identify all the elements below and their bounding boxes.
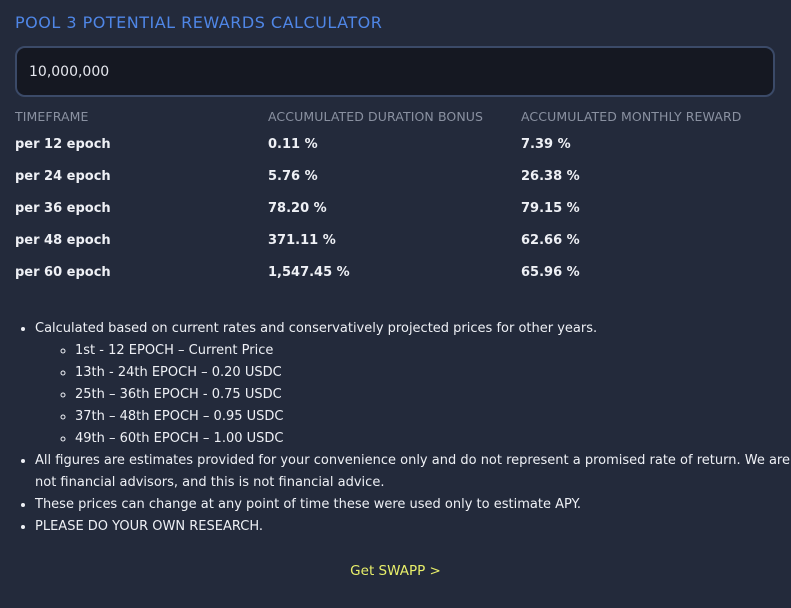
list-item: All figures are estimates provided for y… [35, 450, 791, 494]
column-header-duration-bonus: ACCUMULATED DURATION BONUS [268, 109, 484, 124]
monthly-reward-cell: 7.39 % [521, 137, 571, 152]
list-item: 37th – 48th EPOCH – 0.95 USDC [75, 406, 791, 428]
list-item: 13th - 24th EPOCH – 0.20 USDC [75, 362, 791, 384]
amount-field[interactable] [15, 46, 775, 97]
note-intro: Calculated based on current rates and co… [35, 321, 598, 336]
timeframe-cell: per 24 epoch [15, 169, 111, 184]
notes-list: Calculated based on current rates and co… [15, 318, 791, 538]
list-item: PLEASE DO YOUR OWN RESEARCH. [35, 516, 791, 538]
table-header-row: TIMEFRAME ACCUMULATED DURATION BONUS ACC… [15, 108, 775, 130]
column-header-monthly-reward: ACCUMULATED MONTHLY REWARD [521, 109, 742, 124]
amount-input[interactable] [29, 48, 729, 95]
column-header-timeframe: TIMEFRAME [15, 109, 89, 124]
note-disclaimer: All figures are estimates provided for y… [35, 453, 790, 490]
monthly-reward-cell: 26.38 % [521, 169, 580, 184]
table-row: per 24 epoch 5.76 % 26.38 % [15, 166, 775, 198]
table-row: per 12 epoch 0.11 % 7.39 % [15, 134, 775, 166]
rewards-table: TIMEFRAME ACCUMULATED DURATION BONUS ACC… [15, 108, 775, 294]
timeframe-cell: per 60 epoch [15, 265, 111, 280]
duration-bonus-cell: 1,547.45 % [268, 265, 350, 280]
timeframe-cell: per 36 epoch [15, 201, 111, 216]
list-item: These prices can change at any point of … [35, 494, 791, 516]
list-item: 49th – 60th EPOCH – 1.00 USDC [75, 428, 791, 450]
note-research: PLEASE DO YOUR OWN RESEARCH. [35, 519, 263, 534]
timeframe-cell: per 48 epoch [15, 233, 111, 248]
list-item: 1st - 12 EPOCH – Current Price [75, 340, 791, 362]
monthly-reward-cell: 62.66 % [521, 233, 580, 248]
list-item: 25th – 36th EPOCH - 0.75 USDC [75, 384, 791, 406]
calculator-title: POOL 3 POTENTIAL REWARDS CALCULATOR [15, 13, 383, 32]
list-item: Calculated based on current rates and co… [35, 318, 791, 450]
duration-bonus-cell: 0.11 % [268, 137, 318, 152]
timeframe-cell: per 12 epoch [15, 137, 111, 152]
table-row: per 60 epoch 1,547.45 % 65.96 % [15, 262, 775, 294]
duration-bonus-cell: 371.11 % [268, 233, 336, 248]
price-schedule-list: 1st - 12 EPOCH – Current Price 13th - 24… [35, 340, 791, 450]
duration-bonus-cell: 5.76 % [268, 169, 318, 184]
note-price-change: These prices can change at any point of … [35, 497, 581, 512]
table-row: per 48 epoch 371.11 % 62.66 % [15, 230, 775, 262]
duration-bonus-cell: 78.20 % [268, 201, 327, 216]
monthly-reward-cell: 79.15 % [521, 201, 580, 216]
get-swapp-link[interactable]: Get SWAPP > [0, 563, 791, 579]
rewards-calculator-panel: POOL 3 POTENTIAL REWARDS CALCULATOR TIME… [0, 0, 791, 608]
table-row: per 36 epoch 78.20 % 79.15 % [15, 198, 775, 230]
monthly-reward-cell: 65.96 % [521, 265, 580, 280]
